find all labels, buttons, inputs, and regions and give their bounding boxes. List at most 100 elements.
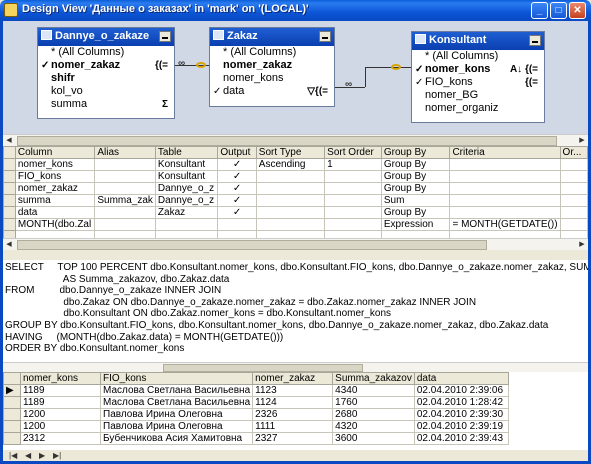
results-cell[interactable]: 4320 xyxy=(332,420,415,433)
diagram-horizontal-scrollbar[interactable]: ◀ ▶ xyxy=(3,134,588,146)
grid-cell[interactable] xyxy=(559,230,588,238)
pane-splitter[interactable]: ◀ ▶ xyxy=(0,134,591,146)
close-button[interactable]: ✕ xyxy=(569,2,586,19)
scroll-left-arrow-icon[interactable]: ◀ xyxy=(3,240,15,250)
column-item[interactable]: * (All Columns) xyxy=(210,46,334,59)
previous-record-icon[interactable]: ◀ xyxy=(25,451,31,460)
results-cell[interactable]: 1123 xyxy=(252,384,334,397)
grid-cell[interactable]: Group By xyxy=(380,158,451,171)
table-header[interactable]: Konsultant xyxy=(412,32,544,50)
grid-cell[interactable]: Zakaz xyxy=(154,206,219,219)
column-item[interactable]: shifr xyxy=(38,72,174,85)
row-selector[interactable] xyxy=(3,230,16,238)
output-checkbox[interactable]: ✓ xyxy=(217,206,257,219)
grid-cell[interactable] xyxy=(94,182,156,195)
grid-cell[interactable] xyxy=(255,230,326,238)
sql-horizontal-scrollbar[interactable] xyxy=(3,362,588,372)
grid-cell[interactable] xyxy=(94,218,156,231)
grid-cell[interactable] xyxy=(154,218,219,231)
grid-cell[interactable]: data xyxy=(14,206,96,219)
scroll-right-arrow-icon[interactable]: ▶ xyxy=(576,240,588,250)
column-item[interactable]: * (All Columns) xyxy=(38,46,174,59)
results-cell[interactable]: 1111 xyxy=(252,420,334,433)
grid-cell[interactable]: Group By xyxy=(380,206,451,219)
grid-cell[interactable]: FIO_kons xyxy=(14,170,96,183)
results-cell[interactable]: 02.04.2010 2:39:30 xyxy=(413,408,509,421)
grid-cell[interactable] xyxy=(255,218,326,231)
grid-row[interactable]: summa Summa_zak Dannye_o_z ✓ Sum xyxy=(3,194,588,207)
grid-row[interactable] xyxy=(3,230,588,238)
column-checkbox[interactable]: ✓ xyxy=(415,76,425,89)
grid-cell[interactable] xyxy=(324,206,382,219)
scroll-thumb[interactable] xyxy=(17,136,557,146)
grid-cell[interactable] xyxy=(559,170,588,183)
results-header-fio-kons[interactable]: FIO_kons xyxy=(99,372,254,385)
grid-cell[interactable] xyxy=(94,230,156,238)
column-item[interactable]: ✓ nomer_zakaz {(= xyxy=(38,59,174,72)
grid-row[interactable]: nomer_zakaz Dannye_o_z ✓ Group By xyxy=(3,182,588,195)
grid-header-sort-type[interactable]: Sort Type xyxy=(255,146,326,159)
last-record-icon[interactable]: ▶| xyxy=(53,451,61,460)
column-item[interactable]: ✓ data ▽{(= xyxy=(210,85,334,98)
results-header-nomer-zakaz[interactable]: nomer_zakaz xyxy=(252,372,334,385)
table-header[interactable]: Zakaz xyxy=(210,28,334,46)
join-line[interactable] xyxy=(365,67,366,87)
grid-cell[interactable] xyxy=(559,206,588,219)
table-box-dannye-o-zakaze[interactable]: Dannye_o_zakaze * (All Columns) ✓ nomer_z… xyxy=(37,27,175,119)
grid-cell[interactable] xyxy=(449,206,561,219)
row-selector[interactable] xyxy=(3,396,21,409)
grid-cell[interactable] xyxy=(449,182,561,195)
results-cell[interactable]: Павлова Ирина Олеговна xyxy=(99,420,254,433)
grid-cell[interactable] xyxy=(324,230,382,238)
grid-header-or[interactable]: Or... xyxy=(559,146,588,159)
results-cell[interactable]: Маслова Светлана Васильевна xyxy=(99,396,254,409)
results-cell[interactable]: Маслова Светлана Васильевна xyxy=(99,384,254,397)
table-minimize-button[interactable] xyxy=(529,35,541,46)
results-cell[interactable]: 1189 xyxy=(20,396,101,409)
grid-horizontal-scrollbar[interactable]: ◀ ▶ xyxy=(3,238,588,250)
results-cell[interactable]: 1200 xyxy=(20,420,101,433)
grid-cell[interactable] xyxy=(94,170,156,183)
grid-cell[interactable] xyxy=(449,158,561,171)
results-cell[interactable]: 02.04.2010 1:28:42 xyxy=(413,396,509,409)
results-pane[interactable]: nomer_kons FIO_kons nomer_zakaz Summa_za… xyxy=(0,372,591,450)
grid-cell[interactable]: summa xyxy=(14,194,96,207)
grid-cell[interactable]: = MONTH(GETDATE()) xyxy=(449,218,561,231)
grid-cell[interactable] xyxy=(559,194,588,207)
row-selector[interactable] xyxy=(3,182,16,195)
scroll-thumb[interactable] xyxy=(163,364,363,372)
grid-cell[interactable] xyxy=(255,194,326,207)
grid-cell[interactable] xyxy=(449,230,561,238)
grid-cell[interactable] xyxy=(324,218,382,231)
results-cell[interactable]: 2326 xyxy=(252,408,334,421)
grid-row[interactable]: MONTH(dbo.Zal Expression = MONTH(GETDATE… xyxy=(3,218,588,231)
row-selector[interactable] xyxy=(3,420,21,433)
grid-cell[interactable]: Dannye_o_z xyxy=(154,182,219,195)
table-header[interactable]: Dannye_o_zakaze xyxy=(38,28,174,46)
output-checkbox[interactable]: ✓ xyxy=(217,170,257,183)
row-selector[interactable] xyxy=(3,432,21,445)
results-row[interactable]: ▶ 1189 Маслова Светлана Васильевна 1123 … xyxy=(3,384,509,397)
grid-header-output[interactable]: Output xyxy=(217,146,257,159)
grid-cell[interactable] xyxy=(559,182,588,195)
output-checkbox[interactable]: ✓ xyxy=(217,158,257,171)
row-selector[interactable] xyxy=(3,218,16,231)
output-checkbox[interactable]: ✓ xyxy=(217,194,257,207)
results-cell[interactable]: 1200 xyxy=(20,408,101,421)
results-row[interactable]: 1189 Маслова Светлана Васильевна 1124 17… xyxy=(3,396,509,409)
column-item[interactable]: nomer_BG xyxy=(412,89,544,102)
grid-header-column[interactable]: Column xyxy=(14,146,96,159)
column-item[interactable]: nomer_organiz xyxy=(412,102,544,115)
column-checkbox[interactable]: ✓ xyxy=(41,59,51,72)
grid-cell[interactable]: Dannye_o_z xyxy=(154,194,219,207)
table-minimize-button[interactable] xyxy=(159,31,171,42)
results-cell[interactable]: 3600 xyxy=(332,432,415,445)
grid-cell[interactable] xyxy=(449,170,561,183)
grid-cell[interactable] xyxy=(255,170,326,183)
scroll-right-arrow-icon[interactable]: ▶ xyxy=(576,136,588,146)
table-box-zakaz[interactable]: Zakaz * (All Columns) nomer_zakaz nomer_… xyxy=(209,27,335,107)
grid-header-criteria[interactable]: Criteria xyxy=(449,146,561,159)
column-checkbox[interactable]: ✓ xyxy=(213,85,223,98)
grid-cell[interactable]: Summa_zak xyxy=(94,194,156,207)
maximize-button[interactable]: □ xyxy=(550,2,567,19)
